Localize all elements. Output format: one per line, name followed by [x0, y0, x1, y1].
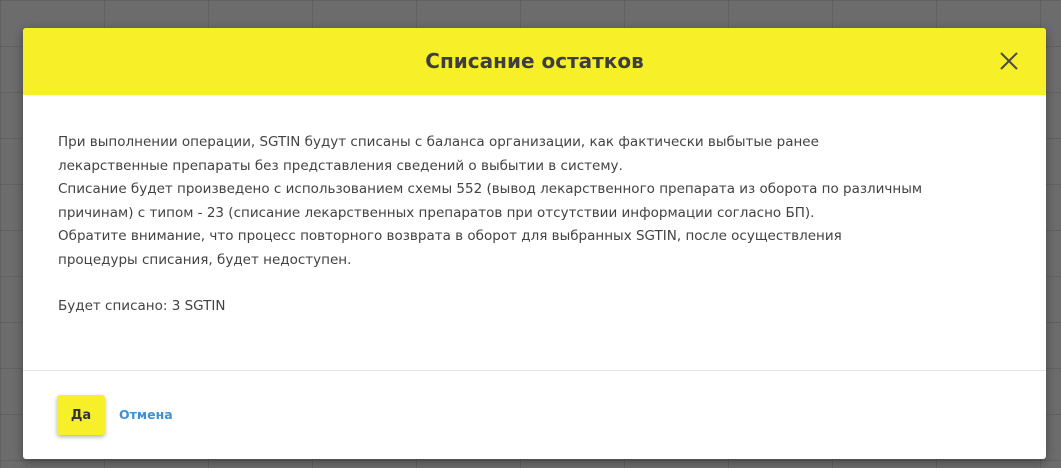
- dialog-body: При выполнении операции, SGTIN будут спи…: [58, 131, 1038, 319]
- cancel-link[interactable]: Отмена: [119, 405, 173, 425]
- footer-divider: [23, 370, 1046, 371]
- dialog-header: Списание остатков: [23, 28, 1046, 95]
- dialog-title: Списание остатков: [425, 49, 644, 73]
- body-line: лекарственные препараты без представлени…: [58, 157, 623, 174]
- body-line: процедуры списания, будет недоступен.: [58, 251, 352, 268]
- close-button[interactable]: [996, 48, 1022, 74]
- body-line: При выполнении операции, SGTIN будут спи…: [58, 134, 819, 150]
- confirm-button[interactable]: Да: [57, 395, 105, 435]
- write-off-count: Будет списано: 3 SGTIN: [58, 298, 226, 314]
- body-line: Списание будет произведено с использован…: [58, 181, 923, 197]
- write-off-dialog: Списание остатков При выполнении операци…: [23, 28, 1046, 459]
- close-icon: [1000, 52, 1018, 70]
- body-line: причинам) с типом - 23 (списание лекарст…: [58, 204, 815, 221]
- body-line: Обратите внимание, что процесс повторног…: [58, 228, 842, 244]
